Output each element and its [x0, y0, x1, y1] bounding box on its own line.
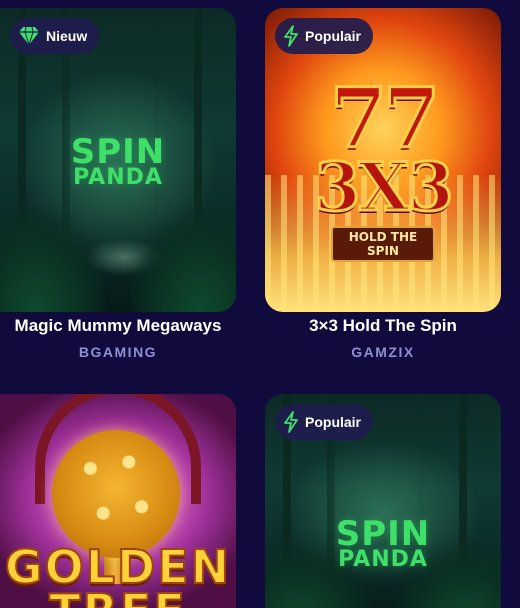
game-logo-text: GOLDEN TREE — [0, 543, 236, 608]
badge-label: Nieuw — [46, 28, 88, 44]
foliage-left — [0, 205, 107, 312]
game-caption: 3×3 Hold The Spin GAMZIX — [265, 316, 501, 360]
game-card-spin-panda[interactable]: SPIN PANDA Populair — [265, 394, 501, 608]
game-thumbnail[interactable]: GOLDEN TREE — [0, 394, 236, 608]
game-provider[interactable]: GAMZIX — [265, 344, 501, 360]
game-logo-3x3: 3X3 — [313, 148, 455, 226]
game-card-golden-tree[interactable]: GOLDEN TREE — [0, 394, 236, 608]
game-caption: Magic Mummy Megaways BGAMING — [0, 316, 236, 360]
lightning-icon — [284, 25, 298, 47]
badge-popular: Populair — [275, 18, 374, 54]
game-title[interactable]: Magic Mummy Megaways — [0, 316, 236, 336]
game-logo-text: SPIN PANDA — [265, 514, 501, 573]
game-card-magic-mummy-megaways[interactable]: SPIN PANDA Nieuw — [0, 8, 236, 312]
lightning-icon — [284, 411, 298, 433]
golden-tree-crown — [52, 430, 180, 558]
badge-new: Nieuw — [10, 18, 100, 54]
badge-popular: Populair — [275, 404, 374, 440]
game-card-3x3-hold-the-spin[interactable]: 77 3X3 HOLD THE SPIN Populair — [265, 8, 501, 312]
game-logo-line-1: SPIN — [70, 132, 166, 172]
game-title[interactable]: 3×3 Hold The Spin — [265, 316, 501, 336]
foliage-right — [129, 205, 236, 312]
badge-label: Populair — [305, 28, 362, 44]
game-logo-line-2: PANDA — [73, 165, 163, 191]
game-logo-subtitle: HOLD THE SPIN — [331, 226, 435, 262]
badge-label: Populair — [305, 414, 362, 430]
game-logo-text: SPIN PANDA — [0, 132, 236, 191]
game-provider[interactable]: BGAMING — [0, 344, 236, 360]
game-grid: SPIN PANDA Nieuw Magic Mummy Megaways BG… — [0, 0, 520, 608]
diamond-icon — [19, 26, 39, 46]
game-logo-line-2: PANDA — [338, 547, 428, 573]
game-logo-line-1: SPIN — [335, 514, 431, 554]
